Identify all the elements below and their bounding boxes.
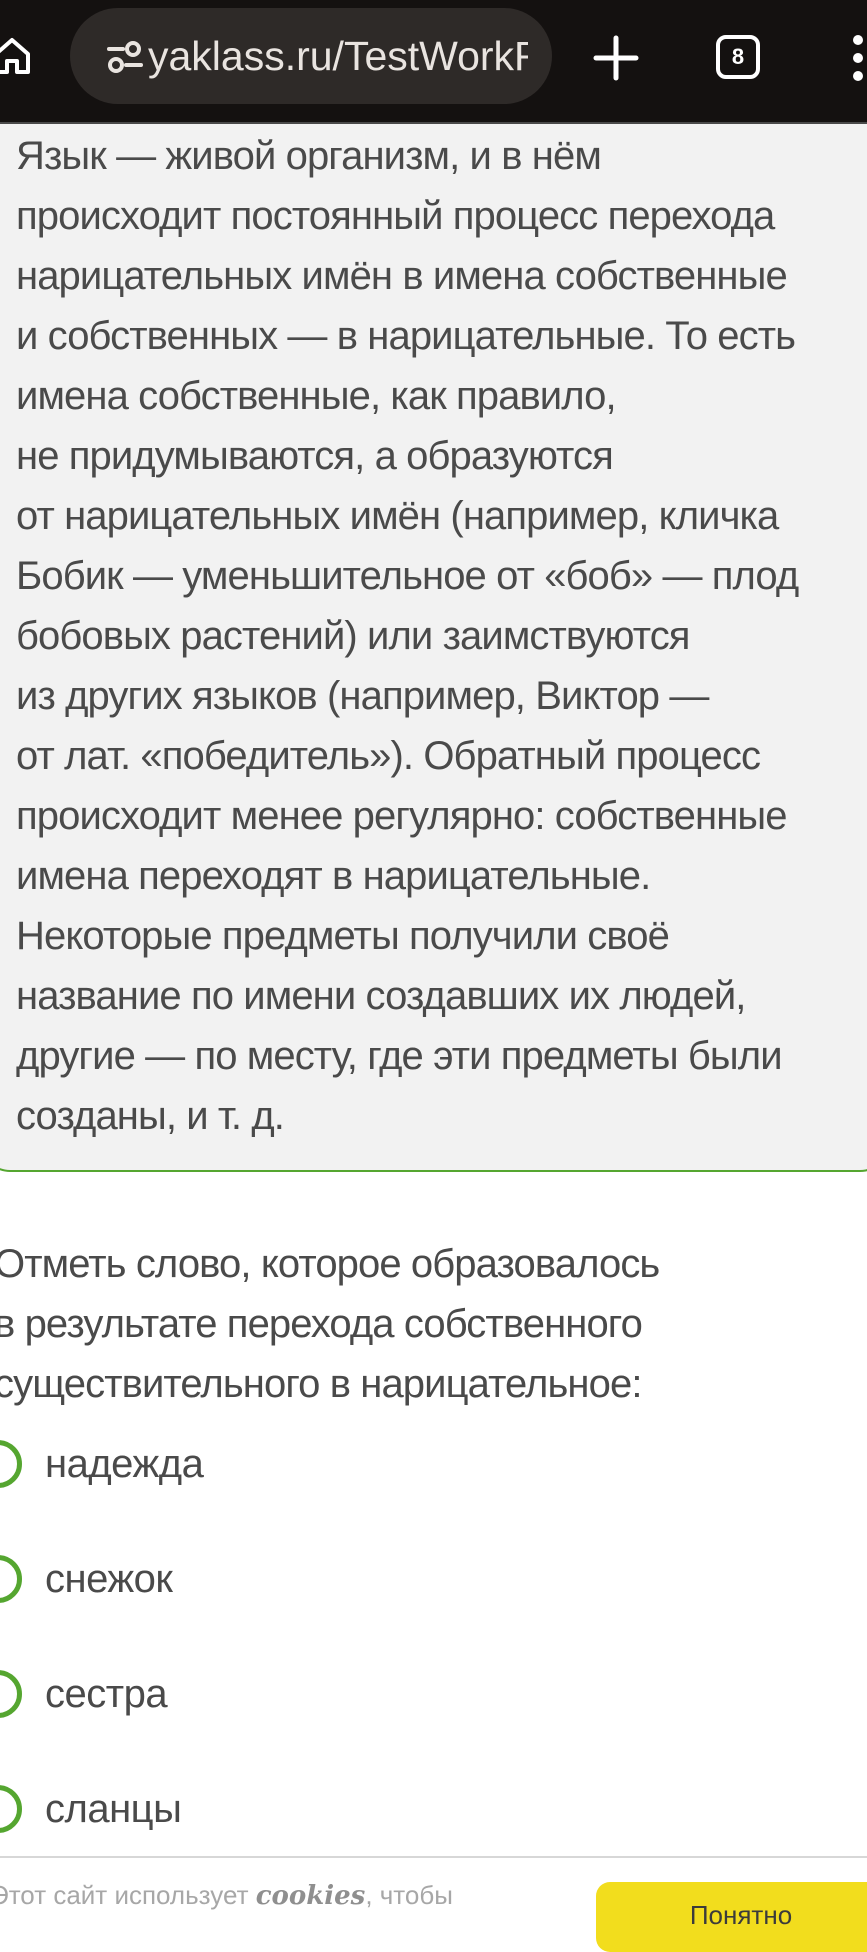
theory-line: от лат. «победитель»). Обратный процесс (16, 734, 761, 778)
question-line: в результате перехода собственного (0, 1302, 643, 1346)
theory-line: название по имени создавших их людей, (16, 974, 746, 1018)
home-icon (0, 38, 30, 74)
radio-button[interactable] (0, 1670, 22, 1718)
question-line: Отметь слово, которое образовалось (0, 1242, 660, 1286)
theory-line: происходит менее регулярно: собственные (16, 794, 787, 838)
answer-option[interactable]: надежда (0, 1434, 204, 1494)
question-line: существительного в нарицательное: (0, 1362, 642, 1406)
browser-toolbar: yaklass.ru/TestWorkRu 8 (0, 0, 867, 124)
theory-line: и собственных — в нарицательные. То есть (16, 314, 796, 358)
radio-button[interactable] (0, 1785, 22, 1833)
theory-text: Язык — живой организм, и в нём происходи… (16, 126, 799, 1146)
accept-cookies-label: Понятно (689, 1900, 793, 1930)
answer-option[interactable]: сланцы (0, 1779, 182, 1839)
theory-line: Некоторые предметы получили своё (16, 914, 670, 958)
theory-line: Бобик — уменьшительное от «боб» — плод (16, 554, 799, 598)
theory-panel: Язык — живой организм, и в нём происходи… (0, 124, 867, 1172)
tab-count: 8 (731, 44, 745, 69)
theory-line: созданы, и т. д. (16, 1094, 285, 1138)
cookie-message: Этот сайт использует cookies, чтобы (0, 1880, 453, 1911)
url-text[interactable]: yaklass.ru/TestWorkRu (148, 30, 528, 82)
tune-icon[interactable] (106, 38, 144, 76)
theory-line: нарицательных имён в имена собственные (16, 254, 788, 298)
radio-button[interactable] (0, 1555, 22, 1603)
cookie-suffix: , чтобы (365, 1880, 453, 1910)
answer-option-label: сланцы (45, 1786, 182, 1831)
theory-line: другие — по месту, где эти предметы были (16, 1034, 783, 1078)
question-text: Отметь слово, которое образовалось в рез… (0, 1234, 660, 1414)
theory-line: имена собственные, как правило, (16, 374, 617, 418)
radio-button[interactable] (0, 1440, 22, 1488)
more-vert-icon[interactable] (838, 30, 867, 86)
tab-switcher-button[interactable]: 8 (716, 35, 760, 79)
theory-line: не придумываются, а образуются (16, 434, 614, 478)
plus-icon[interactable] (588, 30, 644, 86)
theory-line: Язык — живой организм, и в нём (16, 134, 602, 178)
answer-option[interactable]: снежок (0, 1549, 173, 1609)
answer-option-label: сестра (45, 1671, 168, 1716)
answer-option-label: снежок (45, 1556, 173, 1601)
cookie-keyword: cookies (255, 1881, 366, 1911)
accept-cookies-button[interactable]: Понятно (596, 1882, 867, 1952)
answer-option-label: надежда (45, 1441, 204, 1486)
theory-line: имена переходят в нарицательные. (16, 854, 651, 898)
theory-line: из других языков (например, Виктор — (16, 674, 709, 718)
theory-line: бобовых растений) или заимствуются (16, 614, 690, 658)
cookie-banner: Этот сайт использует cookies, чтобы Поня… (0, 1856, 867, 1952)
theory-line: от нарицательных имён (например, кличка (16, 494, 779, 538)
address-bar[interactable]: yaklass.ru/TestWorkRu (70, 8, 552, 104)
theory-line: происходит постоянный процесс перехода (16, 194, 775, 238)
cookie-prefix: Этот сайт использует (0, 1880, 256, 1910)
answer-option[interactable]: сестра (0, 1664, 168, 1724)
home-button[interactable] (0, 30, 38, 82)
